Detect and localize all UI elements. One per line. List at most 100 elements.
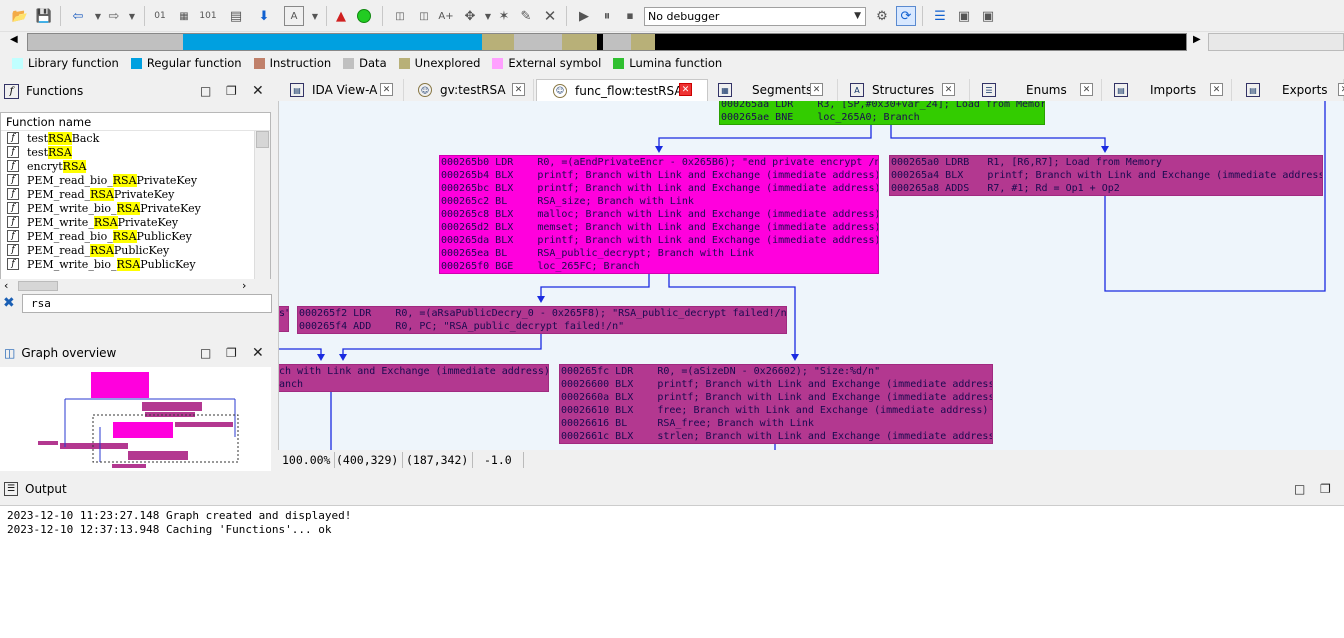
instruction-line[interactable]: 00026616 BL RSA_free; Branch with Link [561, 417, 992, 430]
graph-overview-canvas[interactable] [0, 367, 271, 471]
instruction-line[interactable]: anch [279, 378, 548, 391]
tab-imports[interactable]: ▤ Imports ✕ [1104, 79, 1232, 101]
instruction-line[interactable]: ch with Link and Exchange (immediate add… [279, 365, 548, 378]
move-icon[interactable]: ✥ [460, 6, 480, 26]
clear-filter-icon[interactable]: ✖ [3, 295, 15, 311]
close-icon[interactable]: ✕ [1210, 83, 1223, 96]
output-window[interactable]: 2023-12-10 11:23:27.148 Graph created an… [0, 505, 1344, 638]
breakpoint-list-icon[interactable]: ☰ [930, 6, 950, 26]
pause-icon[interactable]: ⏸ [597, 6, 617, 26]
restore-icon[interactable]: ❐ [1320, 482, 1331, 496]
nav-right-arrow-icon[interactable]: ▶ [1193, 34, 1201, 45]
scroll-left-icon[interactable]: ‹ [4, 279, 8, 292]
instruction-line[interactable]: 000265aa LDR R3, [SP,#0x30+var_24]; Load… [721, 101, 1044, 111]
tab-gv-testrsa[interactable]: ☺ gv:testRSA ✕ [404, 79, 534, 101]
open-icon[interactable]: 📂 [10, 6, 30, 26]
instruction-line[interactable]: 000265b4 BLX printf; Branch with Link an… [441, 169, 878, 182]
horizontal-scrollbar[interactable]: ‹ › [0, 279, 271, 293]
jump-down-icon[interactable]: ⬇ [254, 6, 274, 26]
stop-icon[interactable]: ⏹ [620, 6, 640, 26]
graph-node-size[interactable]: 000265fc LDR R0, =(aSizeDN - 0x26602); "… [559, 364, 993, 444]
debugger-select[interactable]: No debugger ▼ [644, 7, 866, 26]
close-icon[interactable]: ✕ [380, 83, 393, 96]
tab-segments[interactable]: ▦ Segments ✕ [710, 79, 838, 101]
tab-structures[interactable]: A Structures ✕ [840, 79, 970, 101]
scroll-thumb[interactable] [18, 281, 58, 291]
binary-icon[interactable]: 01 [150, 6, 170, 26]
restore-icon[interactable]: ❐ [226, 346, 237, 360]
chevron-down-icon[interactable]: ▼ [122, 6, 142, 26]
function-list-item[interactable]: f test RSA Back [1, 131, 270, 145]
instruction-line[interactable]: 000265f2 LDR R0, =(aRsaPublicDecry_0 - 0… [299, 307, 786, 320]
instruction-line[interactable]: 000265f0 BGE loc_265FC; Branch [441, 260, 878, 273]
add-icon[interactable]: A+ [436, 6, 456, 26]
edit-icon[interactable]: ✎ [516, 6, 536, 26]
instruction-line[interactable]: 000265b0 LDR R0, =(aEndPrivateEncr - 0x2… [441, 156, 878, 169]
graph-node-main[interactable]: 000265b0 LDR R0, =(aEndPrivateEncr - 0x2… [439, 155, 879, 274]
function-list-item[interactable]: f encryt RSA [1, 159, 270, 173]
star-icon[interactable]: ✶ [494, 6, 514, 26]
nav-left-arrow-icon[interactable]: ◀ [10, 34, 18, 45]
instruction-line[interactable]: 00026600 BLX printf; Branch with Link an… [561, 378, 992, 391]
function-list-item[interactable]: f PEM_read_ RSA PrivateKey [1, 187, 270, 201]
attach-icon[interactable]: ⚙ [872, 6, 892, 26]
graph-icon[interactable]: ◫ [390, 6, 410, 26]
instruction-line[interactable]: 000265fc LDR R0, =(aSizeDN - 0x26602); "… [561, 365, 992, 378]
function-filter-input[interactable]: rsa [22, 294, 272, 313]
instruction-line[interactable]: 00026610 BLX free; Branch with Link and … [561, 404, 992, 417]
instruction-line[interactable]: 000265ae BNE loc_265A0; Branch [721, 111, 1044, 124]
text-icon[interactable]: A [284, 6, 304, 26]
instruction-line[interactable]: 000265da BLX printf; Branch with Link an… [441, 234, 878, 247]
function-list-item[interactable]: f PEM_write_bio_ RSA PrivateKey [1, 201, 270, 215]
save-icon[interactable]: 💾 [34, 6, 54, 26]
close-icon[interactable]: ✕ [942, 83, 955, 96]
function-list-item[interactable]: f PEM_read_bio_ RSA PrivateKey [1, 173, 270, 187]
instruction-line[interactable]: 000265bc BLX printf; Branch with Link an… [441, 182, 878, 195]
instruction-line[interactable]: 000265a8 ADDS R7, #1; Rd = Op1 + Op2 [891, 182, 1322, 195]
scroll-thumb[interactable] [256, 131, 269, 148]
run-green-icon[interactable] [354, 6, 374, 26]
instruction-line[interactable]: 000265ea BL RSA_public_decrypt; Branch w… [441, 247, 878, 260]
text-search-icon[interactable]: 101 [198, 6, 218, 26]
tab-func-flow-testrsa[interactable]: ☺ func_flow:testRSA ✕ [536, 79, 708, 101]
navigation-band[interactable] [27, 33, 1187, 51]
find-icon[interactable]: ▤ [226, 6, 246, 26]
trace-icon[interactable]: ▣ [954, 6, 974, 26]
flow-graph-view[interactable]: 000265aa LDR R3, [SP,#0x30+var_24]; Load… [278, 101, 1344, 450]
clear-trace-icon[interactable]: ▣ [978, 6, 998, 26]
tab-exports[interactable]: ▤ Exports ✕ [1234, 79, 1344, 101]
chevron-down-icon[interactable]: ▼ [305, 6, 325, 26]
graph-node-bottom-left[interactable]: ch with Link and Exchange (immediate add… [279, 364, 549, 392]
function-list-item[interactable]: f PEM_write_bio_ RSA PublicKey [1, 257, 270, 271]
close-icon[interactable]: ✕ [1080, 83, 1093, 96]
hex-icon[interactable]: ▦ [174, 6, 194, 26]
scroll-right-icon[interactable]: › [242, 279, 246, 292]
instruction-line[interactable]: 0002660a BLX printf; Branch with Link an… [561, 391, 992, 404]
graph-node-left-stub[interactable]: s" [279, 306, 289, 332]
close-icon[interactable]: ✕ [252, 83, 264, 99]
graph-node-loop[interactable]: 000265a0 LDRB R1, [R6,R7]; Load from Mem… [889, 155, 1323, 196]
play-icon[interactable]: ▶ [574, 6, 594, 26]
function-list-item[interactable]: f test RSA [1, 145, 270, 159]
tab-enums[interactable]: ☰ Enums ✕ [972, 79, 1102, 101]
close-icon[interactable]: ✕ [810, 83, 823, 96]
instruction-line[interactable]: 000265c8 BLX malloc; Branch with Link an… [441, 208, 878, 221]
instruction-line[interactable]: 000265f4 ADD R0, PC; "RSA_public_decrypt… [299, 320, 786, 333]
close-icon[interactable]: ✕ [252, 345, 264, 361]
maximize-icon[interactable]: □ [200, 346, 211, 360]
instruction-line[interactable]: 0002661c BLX strlen; Branch with Link an… [561, 430, 992, 443]
back-icon[interactable]: ⇦ [68, 6, 88, 26]
column-header[interactable]: Function name [1, 113, 270, 131]
instruction-line[interactable]: 000265a4 BLX printf; Branch with Link an… [891, 169, 1322, 182]
graph-node-top[interactable]: 000265aa LDR R3, [SP,#0x30+var_24]; Load… [719, 101, 1045, 125]
chart-icon[interactable]: ◫ [414, 6, 434, 26]
instruction-line[interactable]: 000265a0 LDRB R1, [R6,R7]; Load from Mem… [891, 156, 1322, 169]
close-icon[interactable]: ✕ [1338, 83, 1344, 96]
warning-icon[interactable]: ▲ [331, 6, 351, 26]
tab-ida-view-a[interactable]: ▤ IDA View-A ✕ [278, 79, 404, 101]
close-icon[interactable]: ✕ [679, 83, 692, 96]
vertical-scrollbar[interactable]: ▼ [254, 131, 270, 289]
step-icon[interactable]: ⟳ [896, 6, 916, 26]
forward-icon[interactable]: ⇨ [104, 6, 124, 26]
instruction-line[interactable]: 000265d2 BLX memset; Branch with Link an… [441, 221, 878, 234]
